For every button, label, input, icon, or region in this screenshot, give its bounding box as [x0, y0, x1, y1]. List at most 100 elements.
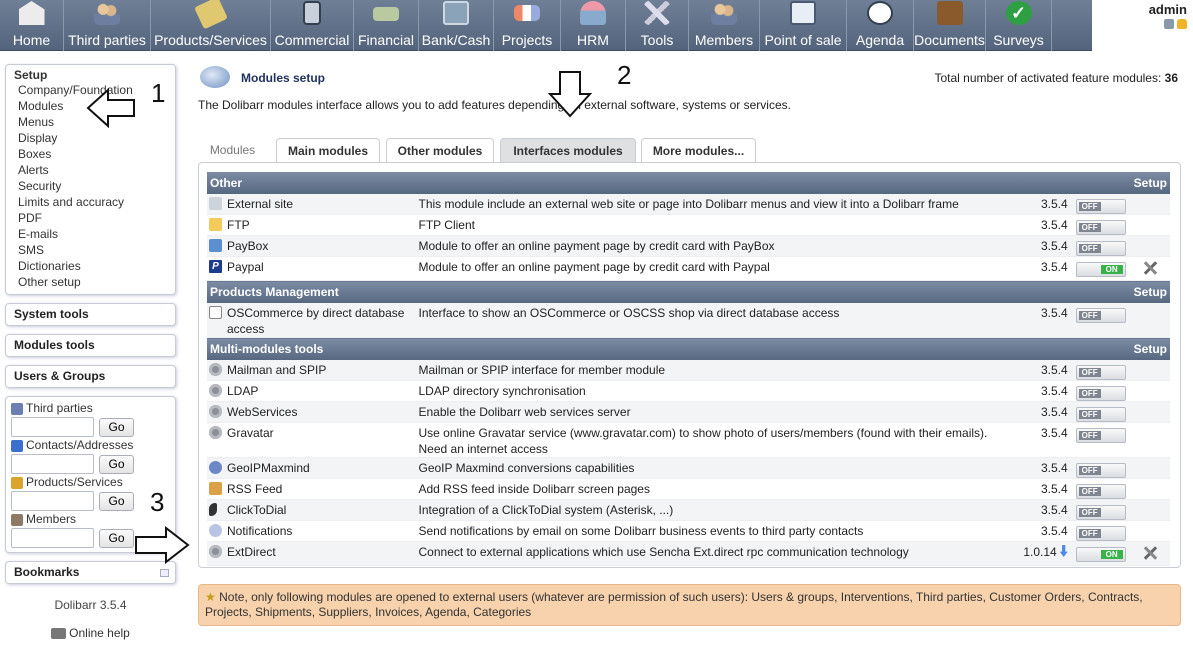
menu-item-bank[interactable]: Bank/Cash: [419, 0, 494, 51]
module-toggle[interactable]: OFF: [1075, 220, 1126, 235]
menu-item-members[interactable]: Members: [689, 0, 760, 51]
module-toggle[interactable]: OFF: [1075, 484, 1126, 499]
search-input-contacts-addresses[interactable]: [11, 454, 94, 474]
ftp-folder-icon: [209, 218, 222, 231]
module-version: 3.5.4: [1041, 260, 1068, 274]
tab-other-modules[interactable]: Other modules: [386, 138, 494, 165]
module-toggle[interactable]: ON: [1075, 262, 1126, 277]
checkmark-icon: ✓: [1010, 3, 1027, 23]
printer-icon[interactable]: [1164, 19, 1174, 29]
module-toggle[interactable]: OFF: [1075, 407, 1126, 422]
menu-item-financial[interactable]: Financial: [354, 0, 419, 51]
group-name: Multi-modules tools: [207, 337, 1131, 360]
setup-item-other-setup[interactable]: Other setup: [14, 274, 167, 290]
module-version: 3.5.4: [1041, 197, 1068, 211]
menu-item-commercial[interactable]: Commercial: [271, 0, 354, 51]
module-name: GeoIPMaxmind: [227, 461, 310, 475]
menu-item-pos[interactable]: Point of sale: [760, 0, 847, 51]
menu-item-home[interactable]: Home: [0, 0, 64, 51]
search-go-button[interactable]: Go: [99, 417, 134, 437]
module-toggle[interactable]: OFF: [1075, 526, 1126, 541]
users-groups-link[interactable]: Users & Groups: [5, 365, 176, 388]
wrench-setup-icon[interactable]: [1142, 545, 1158, 561]
tab-more-modules[interactable]: More modules...: [641, 138, 756, 165]
module-toggle[interactable]: OFF: [1075, 241, 1126, 256]
search-input-members[interactable]: [11, 528, 94, 548]
agenda-icon: [867, 1, 893, 25]
annotation-number-3: 3: [150, 487, 165, 517]
module-toggle[interactable]: OFF: [1075, 386, 1126, 401]
update-download-icon[interactable]: [1059, 545, 1068, 557]
module-toggle[interactable]: OFF: [1075, 463, 1126, 478]
menu-item-products[interactable]: Products/Services: [151, 0, 271, 51]
toggle-state-label: OFF: [1078, 244, 1101, 253]
contacts-icon: [11, 439, 23, 452]
module-version: 3.5.4: [1041, 524, 1068, 538]
wrench-setup-icon[interactable]: [1142, 260, 1158, 276]
logout-lock-icon[interactable]: [1177, 19, 1187, 29]
point-of-sale-icon: [790, 1, 816, 25]
search-input-products-services[interactable]: [11, 491, 94, 511]
menu-item-projects[interactable]: Projects: [494, 0, 561, 51]
menu-item-documents[interactable]: Documents: [914, 0, 986, 51]
module-toggle[interactable]: OFF: [1075, 428, 1126, 443]
setup-item-limits-and-accuracy[interactable]: Limits and accuracy: [14, 194, 167, 210]
search-go-button[interactable]: Go: [99, 528, 134, 548]
user-name[interactable]: admin: [1149, 2, 1187, 17]
search-input-third-parties[interactable]: [11, 417, 94, 437]
external-users-note: ★ Note, only following modules are opene…: [198, 584, 1181, 626]
online-help-link[interactable]: Online help: [5, 626, 176, 640]
module-toggle[interactable]: OFF: [1075, 308, 1126, 323]
setup-item-boxes[interactable]: Boxes: [14, 146, 167, 162]
module-name-cell: RSS Feed: [207, 478, 416, 500]
gear-icon: [209, 426, 222, 439]
toggle-state-label: OFF: [1078, 529, 1101, 538]
module-toggle[interactable]: ON: [1075, 547, 1126, 562]
tab-interfaces-modules[interactable]: Interfaces modules: [500, 138, 636, 165]
tab-main-modules[interactable]: Main modules: [276, 138, 380, 165]
modules-tools-link[interactable]: Modules tools: [5, 334, 176, 357]
globe-icon: [209, 461, 222, 474]
menu-item-hrm[interactable]: HRM: [561, 0, 626, 51]
module-setup-cell: [1130, 256, 1170, 281]
bookmark-add-icon[interactable]: [160, 568, 169, 577]
setup-item-e-mails[interactable]: E-mails: [14, 226, 167, 242]
menu-item-third[interactable]: Third parties: [64, 0, 151, 51]
total-activated-modules: Total number of activated feature module…: [935, 71, 1179, 85]
setup-item-security[interactable]: Security: [14, 178, 167, 194]
setup-item-alerts[interactable]: Alerts: [14, 162, 167, 178]
module-toggle[interactable]: OFF: [1075, 365, 1126, 380]
module-toggle[interactable]: OFF: [1075, 199, 1126, 214]
module-setup-cell: [1130, 422, 1170, 458]
search-go-button[interactable]: Go: [99, 491, 134, 511]
module-version: 3.5.4: [1041, 426, 1068, 440]
menu-label-members: Members: [694, 32, 754, 48]
annotation-number-1: 1: [151, 78, 166, 108]
module-name: ClickToDial: [227, 503, 287, 517]
main-content: Modules setup Total number of activated …: [198, 64, 1182, 626]
module-version-cell: 3.5.4: [1020, 422, 1071, 458]
annotation-arrow-left-icon: [86, 88, 135, 128]
module-name: Gravatar: [227, 426, 274, 440]
menu-item-surveys[interactable]: ✓ Surveys: [986, 0, 1052, 51]
setup-item-sms[interactable]: SMS: [14, 242, 167, 258]
module-toggle[interactable]: OFF: [1075, 505, 1126, 520]
menu-item-tools[interactable]: Tools: [626, 0, 689, 51]
setup-item-pdf[interactable]: PDF: [14, 210, 167, 226]
main-menu: Home Third parties Products/Services Commer…: [0, 0, 1092, 51]
annotation-arrow-right-icon: [135, 526, 190, 564]
module-description: Module to offer an online payment page b…: [415, 235, 1021, 257]
projects-icon: [514, 5, 540, 21]
bookmarks-box[interactable]: Bookmarks: [5, 561, 176, 584]
menu-label-documents: Documents: [914, 32, 985, 48]
menu-item-agenda[interactable]: Agenda: [847, 0, 914, 51]
system-tools-link[interactable]: System tools: [5, 303, 176, 326]
menu-label-home: Home: [12, 32, 51, 48]
home-icon: [18, 1, 45, 25]
total-value: 36: [1164, 71, 1178, 85]
setup-item-display[interactable]: Display: [14, 130, 167, 146]
setup-item-dictionaries[interactable]: Dictionaries: [14, 258, 167, 274]
toggle-state-label: OFF: [1078, 466, 1101, 475]
search-go-button[interactable]: Go: [99, 454, 134, 474]
setup-title[interactable]: Setup: [14, 68, 167, 82]
